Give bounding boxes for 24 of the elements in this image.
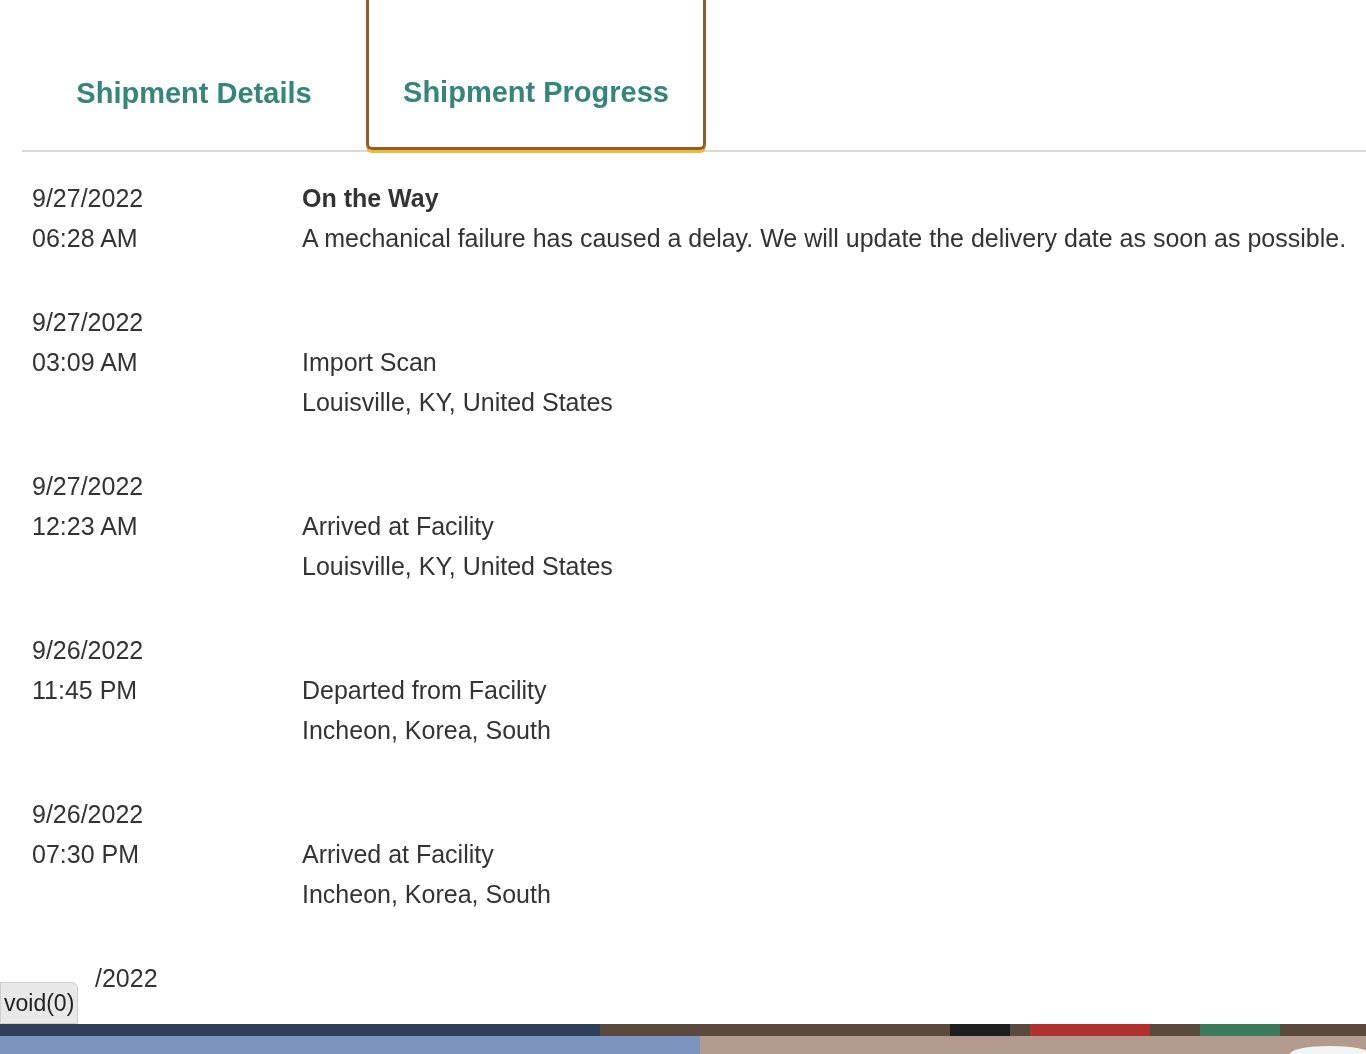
tab[interactable]: Shipment Progress: [366, 0, 706, 150]
event-detail: Louisville, KY, United States: [302, 551, 614, 582]
event-date: 9/26/2022: [32, 635, 145, 666]
event-time: 03:09 AM: [32, 347, 139, 378]
event-detail: Incheon, Korea, South: [302, 715, 552, 746]
event-date: /2022: [95, 964, 158, 992]
event-detail: Import Scan: [302, 347, 438, 378]
status-tooltip: void(0): [0, 982, 79, 1024]
event-time: 07:30 PM: [32, 839, 140, 870]
event-date: 9/27/2022: [32, 471, 145, 502]
event-date: 9/26/2022: [32, 799, 145, 830]
event-detail: Departed from Facility: [302, 675, 548, 706]
event-detail: Louisville, KY, United States: [302, 387, 614, 418]
event-date: 9/27/2022: [32, 307, 145, 338]
event-time: 11:45 PM: [32, 675, 139, 706]
event-time: 12:23 AM: [32, 511, 139, 542]
event-detail: Incheon, Korea, South: [302, 879, 552, 910]
event-detail: Arrived at Facility: [302, 839, 495, 870]
event-detail: A mechanical failure has caused a delay. We will update the delivery date as soon as possible.: [302, 223, 1348, 254]
event-time: 06:28 AM: [32, 223, 139, 254]
tab[interactable]: Shipment Details: [22, 0, 366, 150]
event-detail: Arrived at Facility: [302, 511, 495, 542]
event-title: On the Way: [302, 183, 440, 214]
event-date: 9/27/2022: [32, 183, 145, 214]
